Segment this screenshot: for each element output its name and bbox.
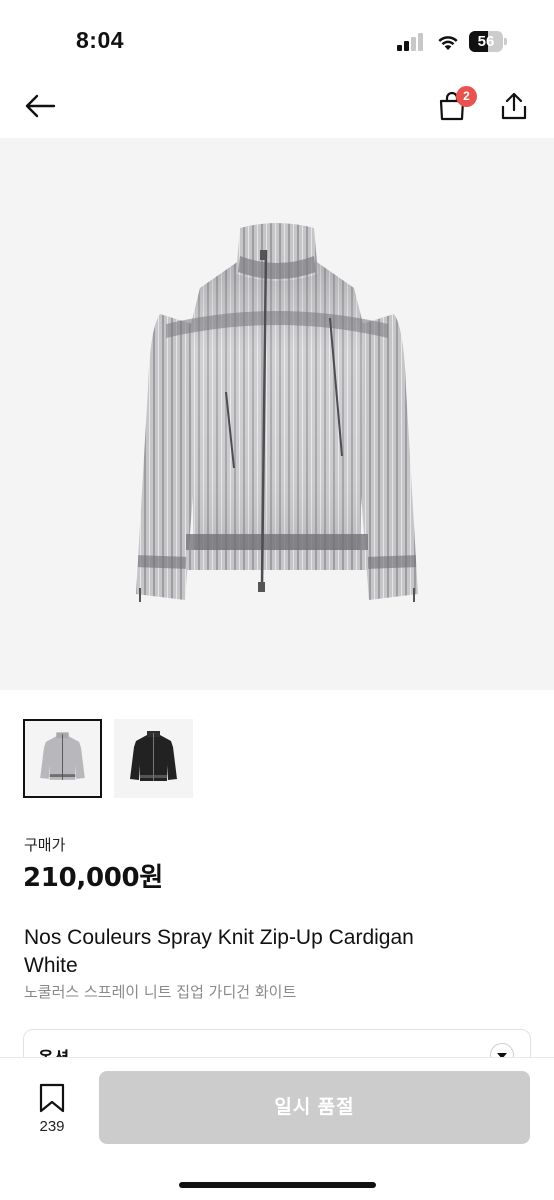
cardigan-illustration bbox=[136, 223, 418, 602]
home-indicator bbox=[179, 1182, 376, 1188]
thumbnail-black[interactable] bbox=[114, 719, 193, 798]
navigation-bar: 2 bbox=[0, 84, 554, 138]
status-bar: 8:04 56 bbox=[0, 0, 554, 84]
price-label: 구매가 bbox=[24, 836, 66, 854]
wifi-icon bbox=[436, 31, 460, 51]
product-image[interactable] bbox=[0, 138, 554, 690]
black-cardigan-thumbnail bbox=[130, 731, 177, 781]
battery-level: 56 bbox=[477, 33, 495, 50]
status-time: 8:04 bbox=[76, 27, 125, 53]
thumbnail-strip bbox=[23, 719, 193, 799]
cellular-signal-icon bbox=[397, 33, 427, 51]
back-button[interactable] bbox=[18, 84, 62, 128]
product-title: Nos Couleurs Spray Knit Zip-Up Cardigan … bbox=[24, 926, 414, 977]
wish-count: 239 bbox=[39, 1118, 65, 1135]
back-arrow-icon bbox=[25, 94, 56, 118]
share-icon bbox=[501, 92, 527, 120]
cart-count-badge: 2 bbox=[456, 86, 477, 107]
battery-icon: 56 bbox=[469, 31, 507, 52]
product-subtitle: 노쿨러스 스프레이 니트 집업 가디건 화이트 bbox=[24, 983, 297, 1001]
bottom-action-bar: 239 일시 품절 bbox=[0, 1057, 554, 1200]
share-button[interactable] bbox=[492, 84, 536, 128]
price-value: 210,000원 bbox=[23, 863, 163, 893]
shopping-bag-button[interactable]: 2 bbox=[430, 84, 477, 128]
wishlist-button[interactable]: 239 bbox=[30, 1082, 74, 1135]
sold-out-button[interactable]: 일시 품절 bbox=[99, 1071, 530, 1144]
thumbnail-white[interactable] bbox=[23, 719, 102, 798]
white-cardigan-thumbnail bbox=[40, 732, 85, 780]
bookmark-icon bbox=[39, 1083, 65, 1113]
